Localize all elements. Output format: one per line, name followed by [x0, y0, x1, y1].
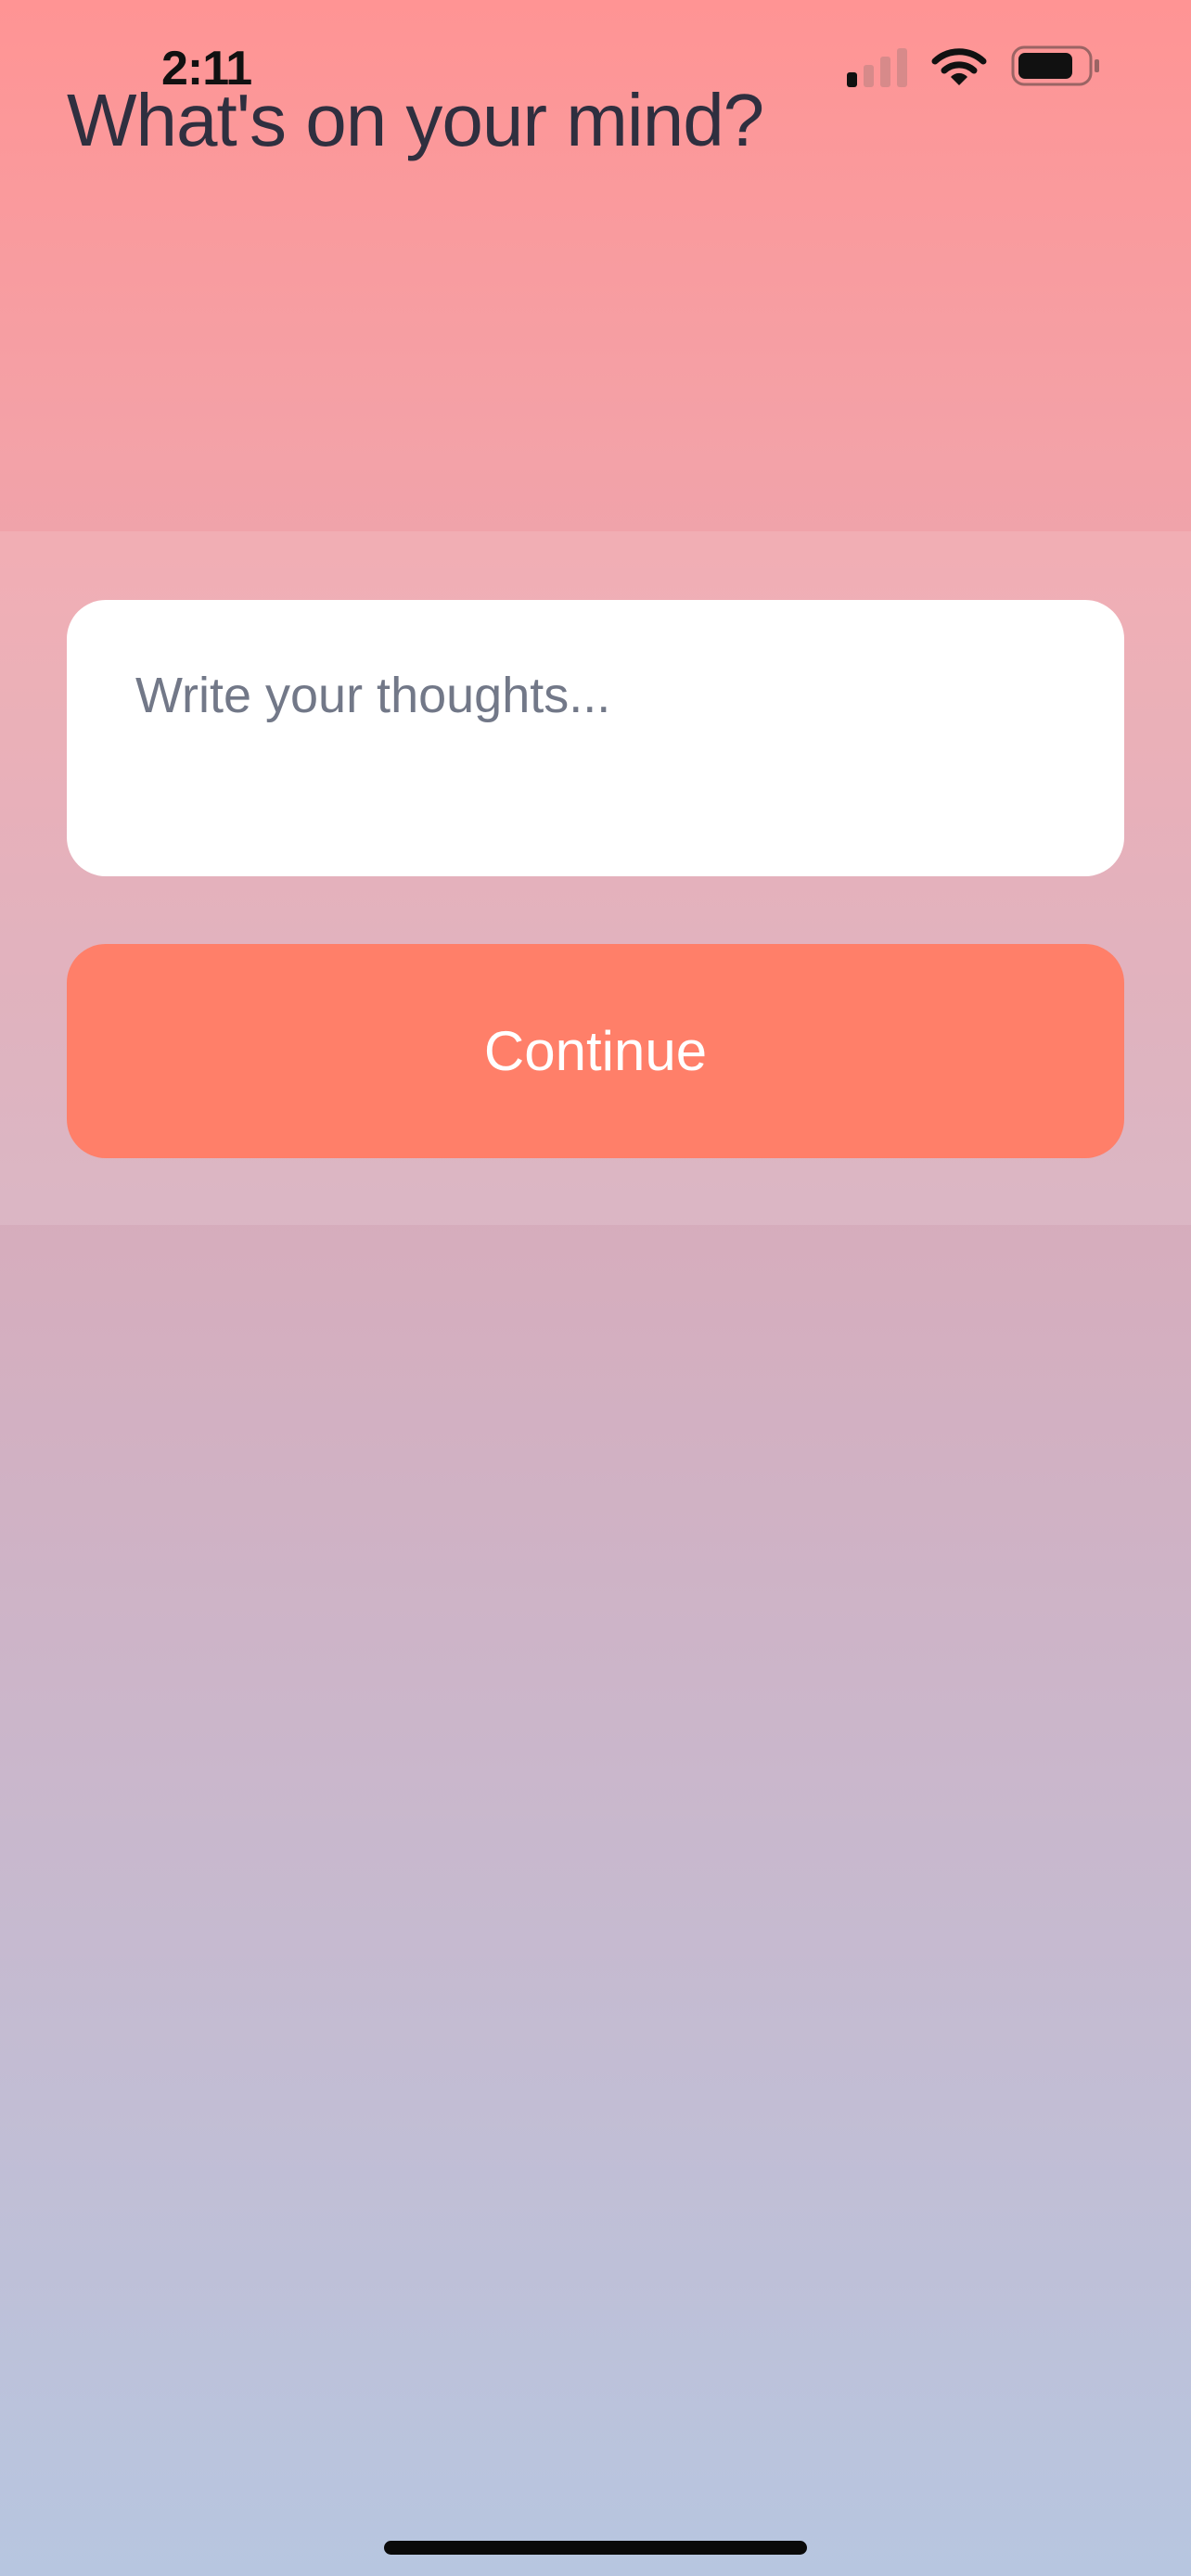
cellular-signal-icon	[847, 45, 907, 87]
home-indicator[interactable]	[384, 2541, 807, 2555]
thoughts-input[interactable]	[67, 600, 1124, 876]
page-title: What's on your mind?	[67, 79, 764, 161]
status-icons	[847, 45, 1102, 87]
battery-icon	[1011, 45, 1099, 86]
continue-button[interactable]: Continue	[67, 944, 1124, 1158]
wifi-icon	[931, 48, 987, 85]
